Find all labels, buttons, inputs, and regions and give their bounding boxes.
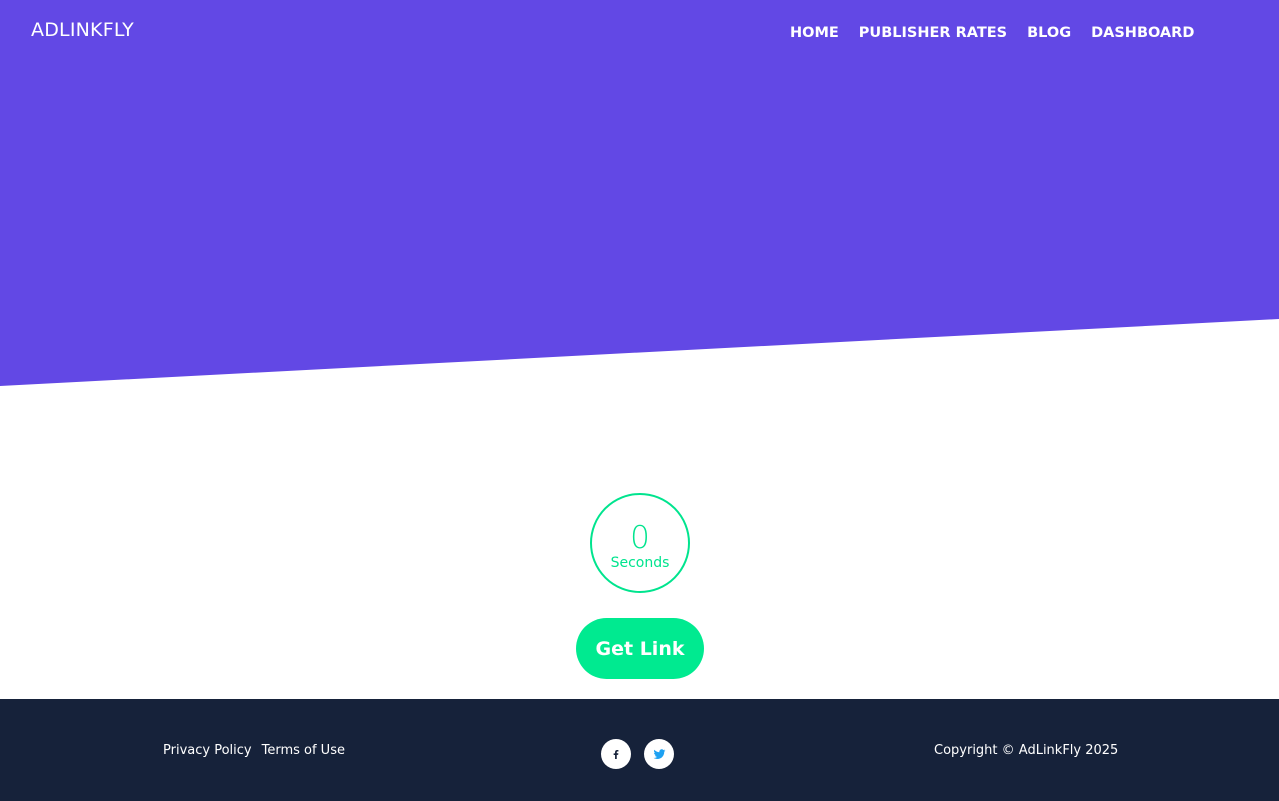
- countdown-value: 0: [630, 519, 650, 556]
- twitter-icon: [653, 748, 665, 759]
- main-nav: HOME PUBLISHER RATES BLOG DASHBOARD: [790, 23, 1194, 43]
- hero-background: [0, 0, 1279, 386]
- terms-of-use-link[interactable]: Terms of Use: [262, 743, 345, 759]
- copyright-text: Copyright © AdLinkFly 2025: [934, 743, 1119, 758]
- countdown-timer: 0 Seconds: [590, 493, 690, 593]
- privacy-policy-link[interactable]: Privacy Policy: [163, 743, 252, 759]
- get-link-button[interactable]: Get Link: [576, 618, 704, 679]
- footer: Privacy Policy Terms of Use Copyright © …: [0, 699, 1279, 801]
- page: ADLINKFLY HOME PUBLISHER RATES BLOG DASH…: [0, 0, 1279, 801]
- footer-links: Privacy Policy Terms of Use: [163, 743, 355, 759]
- facebook-button[interactable]: [601, 739, 631, 769]
- nav-dashboard[interactable]: DASHBOARD: [1091, 23, 1194, 43]
- brand-logo[interactable]: ADLINKFLY: [31, 19, 134, 41]
- facebook-icon: [613, 750, 619, 759]
- nav-publisher-rates[interactable]: PUBLISHER RATES: [859, 23, 1007, 43]
- nav-home[interactable]: HOME: [790, 23, 839, 43]
- hero-slant-shape: [0, 0, 1279, 386]
- countdown-unit: Seconds: [610, 554, 670, 571]
- social-links: [601, 739, 674, 769]
- nav-blog[interactable]: BLOG: [1027, 23, 1071, 43]
- twitter-button[interactable]: [644, 739, 674, 769]
